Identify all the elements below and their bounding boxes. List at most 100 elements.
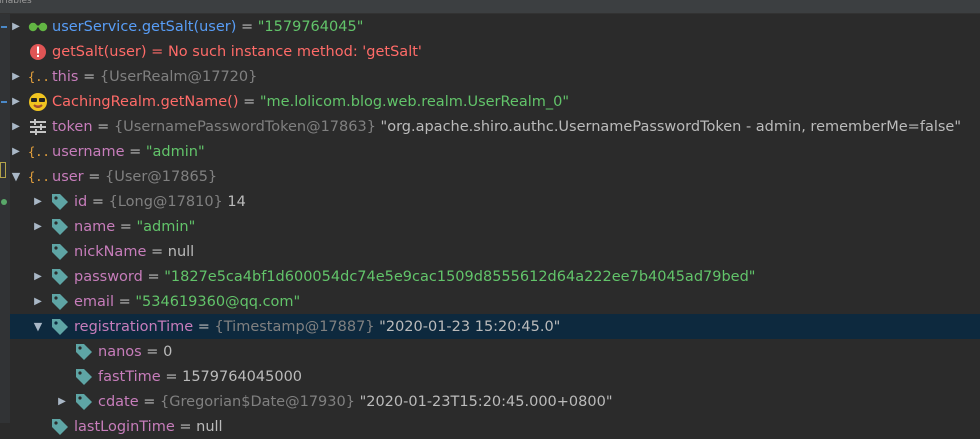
- field-tag-icon: [50, 242, 70, 262]
- gutter-run-marker: [1, 199, 7, 205]
- variable-name: name: [74, 218, 116, 235]
- variable-value: 0: [163, 343, 173, 360]
- gutter-marker: [1, 101, 7, 103]
- token-sliders-icon: [28, 117, 48, 137]
- variable-name: cdate: [98, 393, 139, 410]
- expand-arrow[interactable]: ▶: [10, 64, 22, 89]
- expand-arrow-placeholder: [56, 364, 68, 389]
- tree-row-email[interactable]: ▶ email = "534619360@qq.com": [10, 289, 980, 314]
- expand-arrow[interactable]: ▶: [10, 14, 22, 39]
- variable-name: getSalt(user): [52, 43, 147, 60]
- equals-sign: =: [114, 293, 136, 310]
- variable-name: registrationTime: [74, 318, 194, 335]
- field-tag-icon: [74, 367, 94, 387]
- equals-sign: =: [236, 18, 258, 35]
- expand-arrow-placeholder: [56, 339, 68, 364]
- variables-tree[interactable]: ▶ userService.getSalt(user) = "157976404…: [10, 14, 980, 435]
- variable-name: this: [52, 68, 79, 85]
- variable-name: user: [52, 168, 84, 185]
- tree-row-watch-getsalt[interactable]: ▶ userService.getSalt(user) = "157976404…: [10, 14, 980, 39]
- variable-value: null: [196, 418, 223, 435]
- object-braces-icon: {...}: [28, 67, 48, 87]
- expand-arrow[interactable]: ▶: [10, 139, 22, 164]
- object-braces-icon: {...}: [28, 142, 48, 162]
- svg-text:{...}: {...}: [28, 70, 48, 84]
- tree-row-getsalt-error[interactable]: getSalt(user) = No such instance method:…: [10, 39, 980, 64]
- tree-row-password[interactable]: ▶ password = "1827e5ca4bf1d600054dc74e5e…: [10, 264, 980, 289]
- tree-row-token[interactable]: ▶ token = {UsernamePasswordToken@17863} …: [10, 114, 980, 139]
- field-tag-icon: [50, 317, 70, 337]
- expand-arrow[interactable]: ▶: [10, 114, 22, 139]
- error-icon: [28, 42, 48, 62]
- tree-row-id[interactable]: ▶ id = {Long@17810} 14: [10, 189, 980, 214]
- variable-name: CachingRealm.getName(): [52, 93, 239, 110]
- tree-row-caching-realm-getname[interactable]: ▶ CachingRealm.getName() = "me.lolicom.b…: [10, 89, 980, 114]
- equals-sign: =: [146, 43, 168, 60]
- tree-row-registration-time[interactable]: ▼ registrationTime = {Timestamp@17887} "…: [10, 314, 980, 339]
- gutter-warning-marker: [0, 162, 6, 178]
- tree-row-nanos[interactable]: nanos = 0: [10, 339, 980, 364]
- variable-value: "534619360@qq.com": [135, 293, 301, 310]
- tree-row-nickname[interactable]: nickName = null: [10, 239, 980, 264]
- variable-value: "admin": [145, 143, 205, 160]
- object-braces-icon: {...}: [28, 167, 48, 187]
- variable-name: password: [74, 268, 143, 285]
- field-tag-icon: [50, 292, 70, 312]
- expand-arrow[interactable]: ▶: [32, 264, 44, 289]
- expand-arrow[interactable]: ▶: [32, 214, 44, 239]
- equals-sign: =: [92, 118, 114, 135]
- collapse-arrow[interactable]: ▼: [32, 314, 44, 339]
- variable-value: 14: [227, 193, 246, 210]
- tree-row-fasttime[interactable]: fastTime = 1579764045000: [10, 364, 980, 389]
- svg-text:{...}: {...}: [28, 170, 48, 184]
- variable-value: null: [167, 243, 195, 260]
- equals-sign: =: [78, 68, 100, 85]
- variable-value: 1579764045000: [182, 368, 303, 385]
- field-tag-icon: [50, 217, 70, 237]
- variable-value: "me.lolicom.blog.web.realm.UserRealm_0": [259, 93, 570, 110]
- equals-sign: =: [193, 318, 215, 335]
- variable-name: lastLoginTime: [74, 418, 175, 435]
- expand-arrow[interactable]: ▶: [32, 289, 44, 314]
- equals-sign: =: [87, 193, 109, 210]
- equals-sign: =: [160, 368, 183, 385]
- variable-name: token: [52, 118, 93, 135]
- avatar-icon: [28, 92, 48, 112]
- collapse-arrow[interactable]: ▼: [10, 164, 22, 189]
- equals-sign: =: [174, 418, 197, 435]
- field-tag-icon: [74, 392, 94, 412]
- tree-row-last-login-time[interactable]: lastLoginTime = null: [10, 414, 980, 439]
- object-reference: {Timestamp@17887}: [214, 318, 375, 335]
- variable-value: "1579764045": [257, 18, 364, 35]
- variable-value: "org.apache.shiro.authc.UsernamePassword…: [380, 118, 961, 135]
- equals-sign: =: [83, 168, 106, 185]
- variable-value: "2020-01-23T15:20:45.000+0800": [359, 393, 613, 410]
- expand-arrow-placeholder: [32, 414, 44, 439]
- tree-row-this[interactable]: ▶ {...} this = {UserRealm@17720}: [10, 64, 980, 89]
- expand-arrow[interactable]: ▶: [10, 89, 22, 114]
- panel-title: ariables: [0, 0, 32, 6]
- equals-sign: =: [141, 343, 164, 360]
- variable-value: "1827e5ca4bf1d600054dc74e5e9cac1509d8555…: [164, 268, 756, 285]
- tree-row-cdate[interactable]: ▶ cdate = {Gregorian$Date@17930} "2020-0…: [10, 389, 980, 414]
- variable-value: "2020-01-23 15:20:45.0": [379, 318, 561, 335]
- equals-sign: =: [142, 268, 165, 285]
- gutter-marker: [1, 26, 7, 28]
- field-tag-icon: [74, 342, 94, 362]
- expand-arrow-placeholder: [10, 39, 22, 64]
- tree-row-username[interactable]: ▶ {...} username = "admin": [10, 139, 980, 164]
- equals-sign: =: [115, 218, 137, 235]
- field-tag-icon: [50, 192, 70, 212]
- svg-text:{...}: {...}: [28, 145, 48, 159]
- equals-sign: =: [146, 243, 168, 260]
- expand-arrow[interactable]: ▶: [56, 389, 68, 414]
- expand-arrow[interactable]: ▶: [32, 189, 44, 214]
- variable-name: username: [52, 143, 125, 160]
- tree-row-name[interactable]: ▶ name = "admin": [10, 214, 980, 239]
- object-reference: {UsernamePasswordToken@17863}: [113, 118, 376, 135]
- object-reference: {Long@17810}: [108, 193, 223, 210]
- variable-name: id: [74, 193, 88, 210]
- variable-name: userService.getSalt(user): [52, 18, 237, 35]
- expand-arrow-placeholder: [32, 239, 44, 264]
- tree-row-user[interactable]: ▼ {...} user = {User@17865}: [10, 164, 980, 189]
